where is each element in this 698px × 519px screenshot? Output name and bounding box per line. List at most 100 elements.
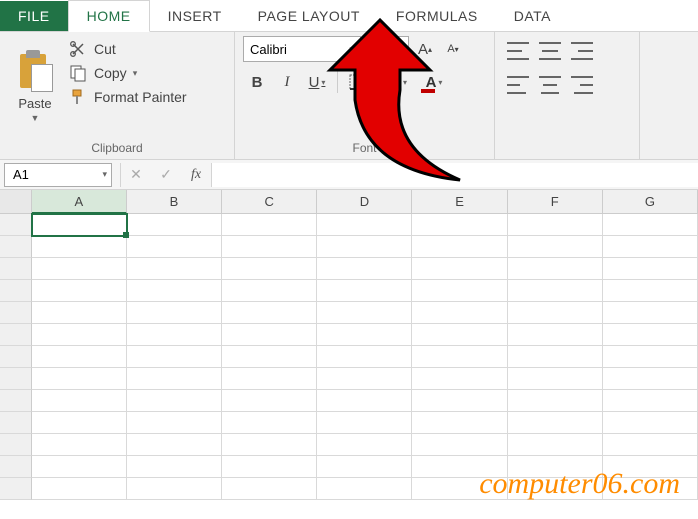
cell[interactable] (127, 390, 222, 412)
cell[interactable] (508, 280, 603, 302)
row-header[interactable] (0, 324, 32, 346)
cell[interactable] (32, 390, 127, 412)
cell[interactable] (127, 236, 222, 258)
cell-a1[interactable] (32, 214, 127, 236)
tab-file[interactable]: FILE (0, 1, 68, 31)
cell[interactable] (32, 302, 127, 324)
cell[interactable] (508, 368, 603, 390)
cell[interactable] (412, 302, 507, 324)
cell[interactable] (508, 324, 603, 346)
cell[interactable] (222, 280, 317, 302)
paste-dropdown-icon[interactable]: ▼ (31, 113, 40, 123)
tab-insert[interactable]: INSERT (150, 1, 240, 31)
cell[interactable] (317, 412, 412, 434)
cell[interactable] (508, 214, 603, 236)
cancel-formula-button[interactable]: ✕ (121, 163, 151, 187)
cell[interactable] (222, 324, 317, 346)
row-header[interactable] (0, 236, 32, 258)
cell[interactable] (32, 346, 127, 368)
paste-button[interactable]: Paste ▼ (8, 36, 62, 138)
cut-button[interactable]: Cut (68, 40, 187, 58)
cell[interactable] (32, 258, 127, 280)
fill-color-button[interactable]: ▾ (378, 68, 414, 96)
select-all-corner[interactable] (0, 190, 32, 213)
cell[interactable] (32, 236, 127, 258)
column-header-e[interactable]: E (412, 190, 507, 213)
cell[interactable] (508, 346, 603, 368)
cell[interactable] (412, 346, 507, 368)
cell[interactable] (603, 280, 698, 302)
cell[interactable] (127, 324, 222, 346)
cell[interactable] (603, 324, 698, 346)
name-box[interactable]: A1 ▾ (4, 163, 112, 187)
cell[interactable] (317, 478, 412, 500)
column-header-b[interactable]: B (127, 190, 222, 213)
tab-data[interactable]: DATA (496, 1, 569, 31)
cell[interactable] (317, 368, 412, 390)
cell[interactable] (412, 236, 507, 258)
cell[interactable] (222, 478, 317, 500)
column-header-c[interactable]: C (222, 190, 317, 213)
cell[interactable] (127, 478, 222, 500)
align-center-button[interactable] (539, 76, 561, 94)
cell[interactable] (32, 280, 127, 302)
cell[interactable] (32, 412, 127, 434)
formula-input[interactable] (211, 163, 698, 187)
cell[interactable] (508, 434, 603, 456)
cell[interactable] (508, 258, 603, 280)
cell[interactable] (412, 412, 507, 434)
cell[interactable] (127, 456, 222, 478)
tab-formulas[interactable]: FORMULAS (378, 1, 496, 31)
cell[interactable] (412, 280, 507, 302)
row-header[interactable] (0, 280, 32, 302)
cell[interactable] (127, 434, 222, 456)
row-header[interactable] (0, 258, 32, 280)
row-header[interactable] (0, 368, 32, 390)
cell[interactable] (603, 412, 698, 434)
underline-button[interactable]: U▾ (303, 68, 331, 96)
cell[interactable] (603, 214, 698, 236)
font-size-selector[interactable]: ▾ (365, 36, 409, 62)
cell[interactable] (317, 390, 412, 412)
insert-function-button[interactable]: fx (181, 163, 211, 187)
bold-button[interactable]: B (243, 68, 271, 96)
cell[interactable] (317, 456, 412, 478)
cell[interactable] (603, 302, 698, 324)
copy-dropdown-icon[interactable]: ▾ (133, 68, 138, 79)
align-right-button[interactable] (571, 76, 593, 94)
cell[interactable] (412, 368, 507, 390)
column-header-g[interactable]: G (603, 190, 698, 213)
cell[interactable] (32, 456, 127, 478)
cell[interactable] (127, 346, 222, 368)
cell[interactable] (412, 390, 507, 412)
cell[interactable] (127, 280, 222, 302)
cell[interactable] (317, 236, 412, 258)
row-header[interactable] (0, 478, 32, 500)
cell[interactable] (603, 236, 698, 258)
cell[interactable] (222, 258, 317, 280)
grow-font-button[interactable]: A▴ (413, 37, 437, 61)
cell[interactable] (317, 258, 412, 280)
row-header[interactable] (0, 214, 32, 236)
cell[interactable] (317, 346, 412, 368)
cell[interactable] (127, 214, 222, 236)
cell[interactable] (127, 412, 222, 434)
cell[interactable] (127, 258, 222, 280)
cell[interactable] (412, 434, 507, 456)
cell[interactable] (508, 236, 603, 258)
cell[interactable] (32, 324, 127, 346)
cell[interactable] (317, 324, 412, 346)
copy-button[interactable]: Copy ▾ (68, 64, 187, 82)
shrink-font-button[interactable]: A▾ (441, 37, 465, 61)
cell[interactable] (317, 302, 412, 324)
tab-page-layout[interactable]: PAGE LAYOUT (240, 1, 378, 31)
cell[interactable] (603, 346, 698, 368)
cell[interactable] (32, 434, 127, 456)
cell[interactable] (222, 214, 317, 236)
cell[interactable] (222, 236, 317, 258)
row-header[interactable] (0, 346, 32, 368)
cell[interactable] (412, 324, 507, 346)
cell[interactable] (222, 390, 317, 412)
format-painter-button[interactable]: Format Painter (68, 88, 187, 106)
cell[interactable] (222, 346, 317, 368)
